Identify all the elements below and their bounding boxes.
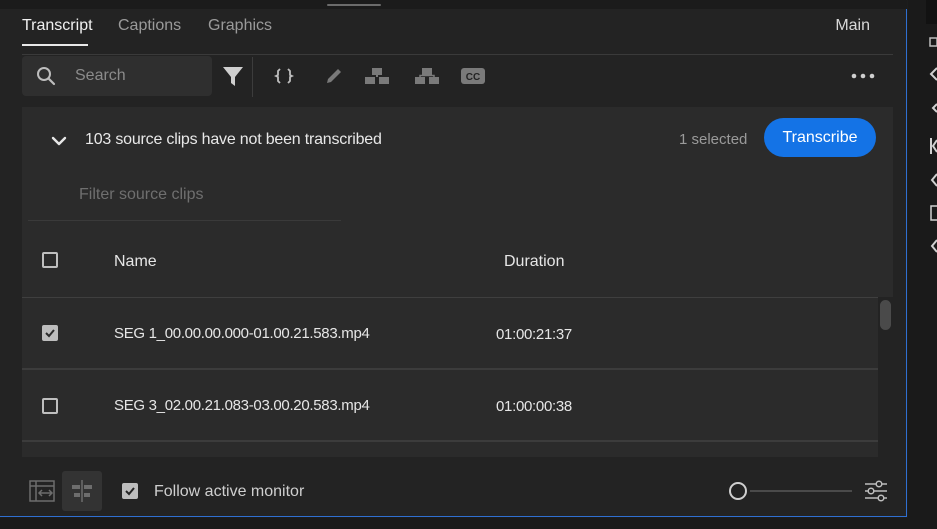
tab-captions[interactable]: Captions bbox=[118, 17, 181, 35]
adjacent-toolbar bbox=[908, 0, 937, 529]
follow-active-monitor-checkbox[interactable] bbox=[122, 483, 138, 499]
untranscribed-message: 103 source clips have not been transcrib… bbox=[85, 131, 382, 148]
clip-duration: 01:00:21:37 bbox=[496, 326, 572, 343]
edit-icon[interactable] bbox=[320, 62, 348, 90]
panel-tabs: Transcript Captions Graphics Main bbox=[0, 9, 907, 55]
adjacent-panel-edge bbox=[926, 0, 937, 24]
checkmark-icon bbox=[45, 329, 55, 338]
table-scrollbar[interactable] bbox=[878, 297, 893, 457]
svg-text:CC: CC bbox=[466, 72, 480, 83]
table-row[interactable]: SEG 3_02.00.21.083-03.00.20.583.mp4 01:0… bbox=[22, 370, 878, 442]
column-header-name[interactable]: Name bbox=[114, 253, 157, 271]
workspace-label[interactable]: Main bbox=[835, 17, 870, 35]
sequence-view-icon[interactable] bbox=[22, 471, 62, 511]
clip-duration: 01:00:00:38 bbox=[496, 398, 572, 415]
row-checkbox[interactable] bbox=[42, 325, 58, 341]
split-speaker-icon[interactable] bbox=[363, 62, 391, 90]
sync-timeline-icon[interactable] bbox=[62, 471, 102, 511]
filter-icon[interactable] bbox=[219, 62, 247, 90]
follow-active-monitor-label[interactable]: Follow active monitor bbox=[154, 483, 304, 501]
tab-transcript[interactable]: Transcript bbox=[22, 17, 93, 35]
speakers-icon[interactable] bbox=[413, 62, 441, 90]
transcribe-button[interactable]: Transcribe bbox=[764, 118, 876, 157]
panel-top-strip bbox=[0, 0, 907, 9]
source-clips-section: 103 source clips have not been transcrib… bbox=[22, 107, 893, 457]
transcript-panel: Transcript Captions Graphics Main Search… bbox=[0, 0, 907, 517]
zoom-slider-handle[interactable] bbox=[729, 482, 747, 500]
more-icon[interactable] bbox=[849, 62, 877, 90]
filter-source-clips-field[interactable]: Filter source clips bbox=[28, 177, 341, 221]
toolbar-divider bbox=[252, 57, 253, 97]
filter-source-clips-input[interactable]: Filter source clips bbox=[79, 186, 203, 204]
row-checkbox[interactable] bbox=[42, 398, 58, 414]
selected-count: 1 selected bbox=[679, 131, 748, 148]
clip-name: SEG 3_02.00.21.083-03.00.20.583.mp4 bbox=[114, 397, 370, 414]
search-box[interactable]: Search bbox=[22, 56, 212, 96]
tab-graphics[interactable]: Graphics bbox=[208, 17, 272, 35]
clip-name: SEG 1_00.00.00.000-01.00.21.583.mp4 bbox=[114, 325, 370, 342]
panel-drag-handle[interactable] bbox=[327, 4, 381, 6]
captions-icon[interactable]: CC bbox=[459, 62, 487, 90]
column-header-duration[interactable]: Duration bbox=[504, 253, 564, 271]
zoom-slider-track[interactable] bbox=[750, 490, 852, 492]
adjacent-tool-icons[interactable] bbox=[908, 30, 937, 270]
panel-footer: Follow active monitor bbox=[0, 457, 907, 517]
checkmark-icon bbox=[125, 487, 135, 496]
active-tab-indicator bbox=[22, 44, 88, 46]
settings-sliders-icon[interactable] bbox=[856, 471, 896, 511]
tabs-divider bbox=[22, 54, 893, 55]
table-row[interactable]: SEG 1_00.00.00.000-01.00.21.583.mp4 01:0… bbox=[22, 298, 878, 370]
chevron-down-icon[interactable] bbox=[51, 134, 67, 152]
table-header: Name Duration bbox=[22, 235, 893, 298]
select-all-checkbox[interactable] bbox=[42, 252, 58, 268]
search-input[interactable]: Search bbox=[75, 67, 126, 85]
window-bottom-edge bbox=[0, 518, 908, 529]
scrollbar-thumb[interactable] bbox=[880, 300, 891, 330]
search-icon bbox=[36, 66, 56, 91]
merge-segments-icon[interactable] bbox=[270, 62, 298, 90]
